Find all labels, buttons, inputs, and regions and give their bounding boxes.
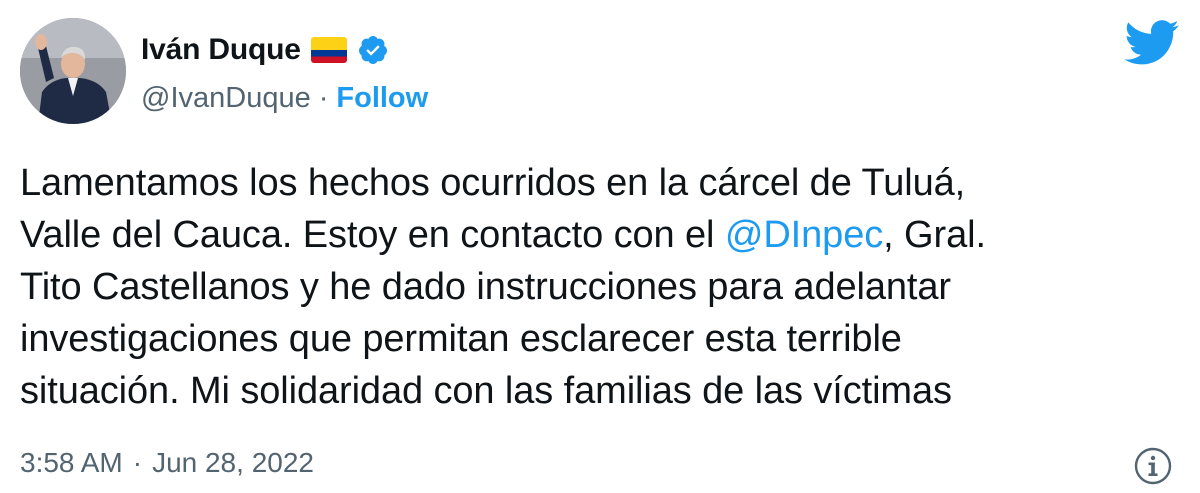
- author-handle-row: @IvanDuque · Follow: [141, 78, 428, 118]
- colombia-flag-icon: [310, 37, 347, 63]
- tweet-date: Jun 28, 2022: [152, 447, 314, 478]
- tweet-line: Lamentamos los hechos ocurridos en la cá…: [20, 162, 966, 204]
- tweet-text: Lamentamos los hechos ocurridos en la cá…: [20, 157, 1170, 417]
- verified-badge-icon: [357, 34, 389, 66]
- author-name-row: Iván Duque: [141, 28, 389, 72]
- timestamp-separator: ·: [132, 447, 143, 478]
- info-icon[interactable]: [1133, 446, 1173, 486]
- tweet-line: situación. Mi solidaridad con las famili…: [20, 370, 952, 412]
- mention-link[interactable]: @DInpec: [725, 214, 883, 256]
- tweet-line-text: , Gral.: [883, 214, 986, 256]
- twitter-bird-icon[interactable]: [1124, 20, 1180, 66]
- tweet-line: Tito Castellanos y he dado instrucciones…: [20, 266, 951, 308]
- tweet-line: investigaciones que permitan esclarecer …: [20, 318, 902, 360]
- avatar[interactable]: [20, 18, 126, 124]
- avatar-photo: [20, 18, 126, 124]
- author-name[interactable]: Iván Duque: [141, 33, 301, 67]
- follow-button[interactable]: Follow: [336, 82, 428, 115]
- author-handle[interactable]: @IvanDuque: [141, 82, 311, 115]
- tweet-line: Valle del Cauca. Estoy en contacto con e…: [20, 209, 1170, 261]
- tweet-timestamp[interactable]: 3:58 AM · Jun 28, 2022: [20, 447, 314, 479]
- tweet-line-text: Valle del Cauca. Estoy en contacto con e…: [20, 214, 725, 256]
- handle-separator: ·: [318, 81, 329, 114]
- tweet-time: 3:58 AM: [20, 447, 123, 478]
- tweet-card: Iván Duque @IvanDuque · Follow Lamentamo…: [0, 0, 1200, 493]
